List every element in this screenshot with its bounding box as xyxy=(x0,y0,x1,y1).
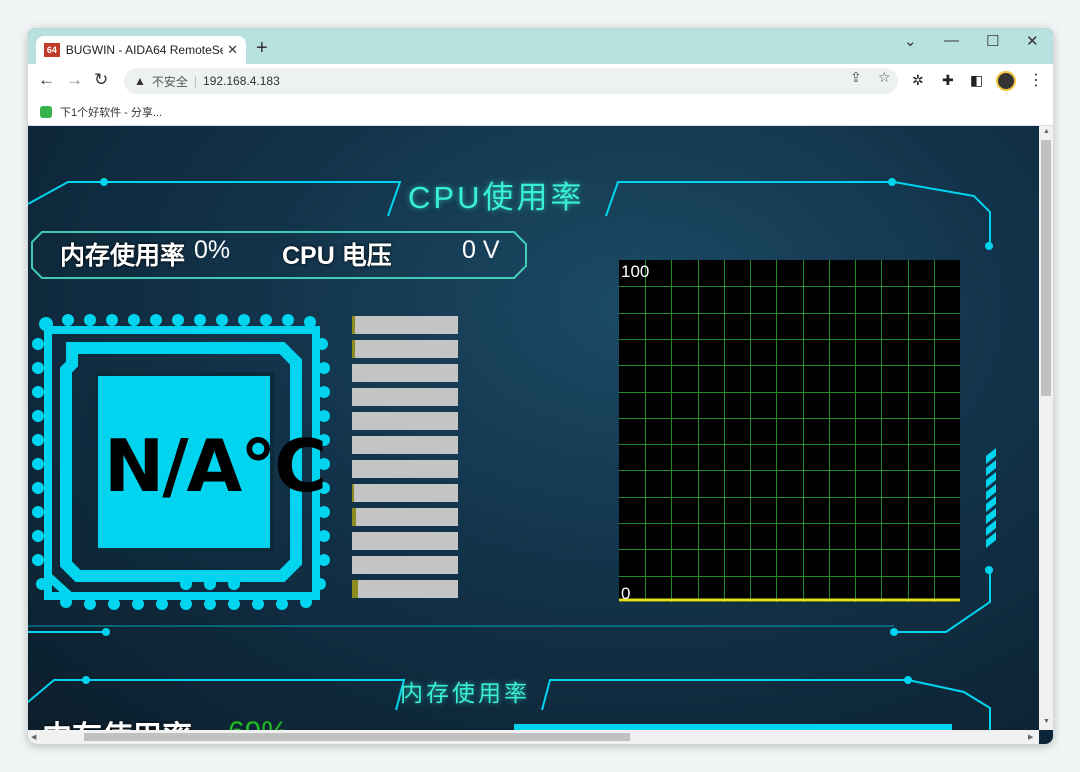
extension-icon[interactable]: ✲ xyxy=(912,72,924,89)
maximize-button[interactable]: ☐ xyxy=(986,32,999,50)
bookmark-favicon-icon xyxy=(40,105,52,118)
close-window-button[interactable]: ✕ xyxy=(1026,32,1039,50)
aida64-favicon-icon: 64 xyxy=(44,43,60,57)
core-usage-bar xyxy=(352,484,458,502)
bookmark-item[interactable]: 下1个好软件 - 分享... xyxy=(60,104,162,120)
cpu-temperature: N/A°C xyxy=(104,424,327,508)
core-usage-bar xyxy=(352,412,458,430)
url-text[interactable]: 192.168.4.183 xyxy=(203,74,280,88)
bookmark-star-icon[interactable]: ☆ xyxy=(878,69,891,86)
title-bar: 64 BUGWIN - AIDA64 RemoteSen ✕ + ⌄ — ☐ ✕ xyxy=(28,28,1053,64)
cpu-section-title: CPU使用率 xyxy=(408,180,585,215)
core-usage-bar xyxy=(352,436,458,454)
horizontal-scroll-thumb[interactable] xyxy=(84,733,630,741)
cpu-usage-chart xyxy=(619,260,960,602)
menu-kebab-icon[interactable]: ⋮ xyxy=(1028,70,1044,90)
new-tab-button[interactable]: + xyxy=(256,38,268,58)
address-separator: | xyxy=(193,74,198,88)
core-usage-bar xyxy=(352,580,458,598)
memory-usage-label: 内存使用率 xyxy=(60,242,186,270)
core-usage-bar xyxy=(352,340,458,358)
chart-canvas xyxy=(619,260,960,602)
cpu-voltage-value: 0 V xyxy=(462,236,500,264)
core-usage-bar xyxy=(352,364,458,382)
forward-button[interactable]: → xyxy=(66,70,83,90)
browser-tab[interactable]: 64 BUGWIN - AIDA64 RemoteSen ✕ xyxy=(36,36,246,64)
core-usage-bar-fill xyxy=(352,508,356,526)
memory-section-title: 内存使用率 xyxy=(400,680,530,706)
warning-icon: ▲ xyxy=(134,74,146,88)
core-usage-bar-fill xyxy=(352,580,358,598)
browser-window: 64 BUGWIN - AIDA64 RemoteSen ✕ + ⌄ — ☐ ✕… xyxy=(28,28,1053,744)
chart-min-label: 0 xyxy=(621,584,631,603)
share-icon[interactable]: ⇪ xyxy=(850,69,862,86)
back-button[interactable]: ← xyxy=(38,70,55,90)
scroll-up-arrow-icon[interactable]: ▲ xyxy=(1043,128,1050,135)
tab-close-icon[interactable]: ✕ xyxy=(227,42,238,58)
core-usage-bar-fill xyxy=(352,484,354,502)
cpu-voltage-label: CPU 电压 xyxy=(282,242,392,270)
memory-section-stat-label: 内存使用率 xyxy=(42,712,192,730)
profile-avatar[interactable] xyxy=(996,71,1016,91)
core-usage-bar xyxy=(352,460,458,478)
extensions-puzzle-icon[interactable]: ✚ xyxy=(942,72,954,89)
core-usage-bar xyxy=(352,508,458,526)
side-panel-icon[interactable]: ◧ xyxy=(970,72,983,89)
tab-title: BUGWIN - AIDA64 RemoteSen xyxy=(65,43,224,57)
core-usage-bar-fill xyxy=(352,316,355,334)
core-usage-bar xyxy=(352,388,458,406)
browser-toolbar: ← → ↻ ▲ 不安全 | 192.168.4.183 ⇪ ☆ ✲ ✚ ◧ ⋮ xyxy=(28,64,1053,98)
memory-section-stat-value: 69% xyxy=(228,716,288,730)
horizontal-scrollbar[interactable]: ◀ ▶ xyxy=(28,730,1039,744)
chart-max-label: 100 xyxy=(621,262,650,281)
security-status[interactable]: 不安全 xyxy=(152,73,188,90)
address-bar[interactable]: ▲ 不安全 | 192.168.4.183 xyxy=(124,68,898,94)
core-usage-bar-fill xyxy=(352,340,355,358)
scroll-down-arrow-icon[interactable]: ▼ xyxy=(1043,718,1050,725)
vertical-scrollbar[interactable]: ▲ ▼ xyxy=(1039,126,1053,730)
bookmarks-bar: 下1个好软件 - 分享... xyxy=(28,98,1053,126)
core-usage-bar xyxy=(352,532,458,550)
reload-button[interactable]: ↻ xyxy=(94,70,108,90)
memory-usage-value: 0% xyxy=(194,236,231,264)
core-usage-bar xyxy=(352,316,458,334)
scroll-left-arrow-icon[interactable]: ◀ xyxy=(31,733,36,741)
tab-search-icon[interactable]: ⌄ xyxy=(904,32,917,50)
core-usage-bar xyxy=(352,556,458,574)
minimize-button[interactable]: — xyxy=(944,32,959,49)
scroll-right-arrow-icon[interactable]: ▶ xyxy=(1028,733,1033,741)
vertical-scroll-thumb[interactable] xyxy=(1041,140,1051,396)
page-viewport: CPU使用率 内存使用率 0% CPU 电压 0 V N/A°C 100 0 内… xyxy=(28,126,1039,730)
